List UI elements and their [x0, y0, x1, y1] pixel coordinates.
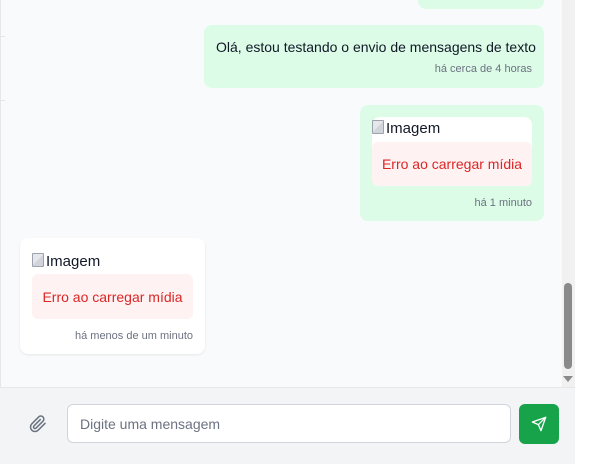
media-attachment[interactable]: Imagem Erro ao carregar mídia	[372, 117, 532, 186]
media-error: Erro ao carregar mídia	[32, 274, 193, 319]
attach-button[interactable]	[28, 414, 48, 434]
message-timestamp: há cerca de 4 horas	[434, 63, 532, 75]
broken-image-icon	[372, 119, 384, 134]
paperclip-icon	[29, 415, 46, 433]
message-text: Olá, estou testando o envio de mensagens…	[216, 39, 536, 55]
message-bubble-partial	[418, 0, 544, 9]
message-bubble-outgoing-media: Imagem Erro ao carregar mídia há 1 minut…	[360, 105, 544, 221]
send-button[interactable]	[519, 404, 559, 444]
image-alt-text: Imagem	[386, 120, 441, 137]
divider	[1, 36, 5, 37]
broken-image: Imagem	[32, 252, 101, 270]
send-icon	[531, 416, 547, 432]
scrollbar-thumb[interactable]	[564, 283, 572, 369]
message-bubble-incoming-media: Imagem Erro ao carregar mídia há menos d…	[20, 238, 205, 354]
media-error-text: Erro ao carregar mídia	[381, 156, 523, 172]
image-alt-text: Imagem	[46, 253, 101, 270]
message-bubble-outgoing: Olá, estou testando o envio de mensagens…	[204, 25, 544, 88]
message-timestamp: há 1 minuto	[474, 197, 532, 209]
divider	[1, 100, 5, 101]
broken-image: Imagem	[372, 119, 441, 137]
media-attachment[interactable]: Imagem Erro ao carregar mídia	[32, 250, 193, 319]
message-input[interactable]	[67, 404, 511, 443]
message-list[interactable]: Olá, estou testando o envio de mensagens…	[0, 0, 575, 387]
media-error-text: Erro ao carregar mídia	[42, 288, 183, 305]
message-timestamp: há menos de um minuto	[74, 330, 193, 342]
media-error: Erro ao carregar mídia	[372, 142, 532, 186]
scroll-down-arrow-icon[interactable]	[563, 376, 573, 382]
broken-image-icon	[32, 252, 44, 267]
